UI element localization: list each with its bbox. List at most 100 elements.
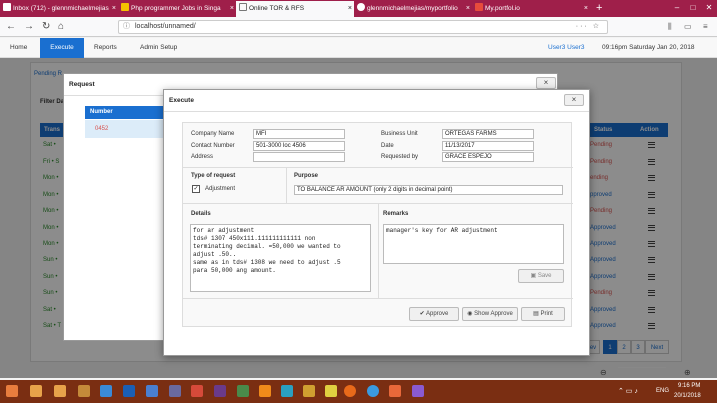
new-tab-button[interactable]: + xyxy=(596,0,602,17)
back-icon[interactable]: ← xyxy=(6,20,16,34)
company-name-field[interactable]: MFI xyxy=(253,129,345,139)
print-button[interactable]: ▤ Print xyxy=(521,307,565,321)
divider xyxy=(378,203,379,298)
adjustment-checkbox[interactable]: ✓ xyxy=(192,185,200,193)
app-navbar: Home Execute Reports Admin Setup User3 U… xyxy=(0,38,717,58)
xampp-icon[interactable] xyxy=(389,385,401,397)
clock: 09:16pm Saturday Jan 20, 2018 xyxy=(602,44,695,51)
app-icon[interactable] xyxy=(412,385,424,397)
app-icon[interactable] xyxy=(54,385,66,397)
app-icon[interactable] xyxy=(325,385,337,397)
close-icon[interactable]: × xyxy=(584,1,588,17)
sidebar-icon[interactable]: ▭ xyxy=(684,20,692,34)
purpose-field[interactable]: TO BALANCE AR AMOUNT (only 2 digits in d… xyxy=(294,185,563,195)
divider xyxy=(183,167,573,168)
remarks-textarea[interactable]: manager's key for AR adjustment xyxy=(383,224,564,264)
zoom-in-icon[interactable]: ⊕ xyxy=(684,368,691,377)
nav-execute[interactable]: Execute xyxy=(40,38,84,58)
requested-by-field[interactable]: GRACE ESPEJO xyxy=(442,152,534,162)
firefox-icon[interactable] xyxy=(344,385,356,397)
bookmark-icon xyxy=(475,3,483,11)
divider xyxy=(183,298,573,299)
approve-button[interactable]: ✔ Approve xyxy=(409,307,459,321)
show-approve-button[interactable]: ◉ Show Approve xyxy=(462,307,518,321)
url-actions[interactable]: ··· ☆ xyxy=(576,21,601,33)
close-icon[interactable]: × xyxy=(348,1,352,17)
address-field[interactable] xyxy=(253,152,345,162)
app-icon[interactable] xyxy=(100,385,112,397)
number-header: Number xyxy=(85,106,165,119)
gmail-icon xyxy=(3,3,11,11)
nav-reports[interactable]: Reports xyxy=(86,38,125,58)
contact-number-field[interactable]: 501-3000 loc 4506 xyxy=(253,141,345,151)
tab-php-jobs[interactable]: Php programmer Jobs in Singa × xyxy=(118,1,236,17)
type-of-request-label: Type of request xyxy=(191,173,236,179)
app-icon[interactable] xyxy=(78,385,90,397)
library-icon[interactable]: ⫼ xyxy=(668,20,672,34)
tab-github[interactable]: glennmichaelmejias/myportfolio × xyxy=(354,1,472,17)
app-icon[interactable] xyxy=(191,385,203,397)
app-icon[interactable] xyxy=(146,385,158,397)
eye-icon: ◉ xyxy=(467,311,473,317)
browser-tab-strip: Inbox (712) - glennmichaelmejias × Php p… xyxy=(0,0,717,17)
remarks-label: Remarks xyxy=(383,211,409,217)
app-icon[interactable] xyxy=(30,385,42,397)
company-name-label: Company Name xyxy=(191,131,235,137)
app-icon[interactable] xyxy=(237,385,249,397)
app-icon[interactable] xyxy=(303,385,315,397)
app-icon[interactable] xyxy=(169,385,181,397)
nav-home[interactable]: Home xyxy=(2,38,35,58)
minimize-icon[interactable]: – xyxy=(669,0,685,17)
reload-icon[interactable]: ↻ xyxy=(42,20,50,34)
app-icon[interactable] xyxy=(281,385,293,397)
forward-icon[interactable]: → xyxy=(24,20,34,34)
app-icon[interactable] xyxy=(123,385,135,397)
chrome-icon[interactable] xyxy=(367,385,379,397)
request-number[interactable]: 0452 xyxy=(85,120,165,138)
close-icon[interactable]: × xyxy=(230,1,234,17)
execute-close-button[interactable]: × xyxy=(564,94,584,106)
close-window-icon[interactable]: ✕ xyxy=(701,0,717,17)
windows-taskbar: ⌃ ▭ ♪ ENG 9:16 PM 20/1/2018 xyxy=(0,380,717,403)
page-icon xyxy=(239,3,247,11)
start-icon[interactable] xyxy=(6,385,18,397)
date-label: Date xyxy=(381,143,394,149)
details-textarea[interactable]: for ar adjustment tds# 1307 450x111.1111… xyxy=(190,224,371,292)
details-label: Details xyxy=(191,211,211,217)
nav-admin-setup[interactable]: Admin Setup xyxy=(132,38,185,58)
date-field[interactable]: 11/13/2017 xyxy=(442,141,534,151)
execute-modal: Execute × Company Name MFI Contact Numbe… xyxy=(163,89,590,356)
close-icon[interactable]: × xyxy=(112,1,116,17)
maximize-icon[interactable]: □ xyxy=(685,0,701,17)
tray-icons[interactable]: ⌃ ▭ ♪ xyxy=(618,386,638,397)
home-icon[interactable]: ⌂ xyxy=(58,20,64,34)
save-icon: ▣ xyxy=(530,273,537,279)
close-icon[interactable]: × xyxy=(466,1,470,17)
vlc-icon[interactable] xyxy=(259,385,271,397)
zoom-slider[interactable] xyxy=(618,367,666,368)
business-unit-field[interactable]: ORTEGAS FARMS xyxy=(442,129,534,139)
requested-by-label: Requested by xyxy=(381,154,419,160)
language-indicator[interactable]: ENG xyxy=(656,386,669,397)
current-user[interactable]: User3 User3 xyxy=(548,38,584,58)
adjustment-label: Adjustment xyxy=(205,186,236,192)
tab-online-tor[interactable]: Online TOR & RFS × xyxy=(236,1,354,17)
contact-number-label: Contact Number xyxy=(191,143,235,149)
tab-inbox[interactable]: Inbox (712) - glennmichaelmejias × xyxy=(0,1,118,17)
save-button[interactable]: ▣ Save xyxy=(518,269,564,283)
menu-icon[interactable]: ≡ xyxy=(703,20,708,34)
divider xyxy=(286,167,287,203)
taskbar-date[interactable]: 20/1/2018 xyxy=(674,391,701,402)
app-icon[interactable] xyxy=(214,385,226,397)
purpose-label: Purpose xyxy=(294,173,319,179)
url-bar[interactable]: ⓘ localhost/unnamed/ ··· ☆ xyxy=(118,20,608,34)
zoom-out-icon[interactable]: ⊖ xyxy=(600,368,607,377)
info-icon[interactable]: ⓘ xyxy=(123,21,130,33)
request-close-button[interactable]: × xyxy=(536,77,556,89)
browser-navbar: ← → ↻ ⌂ ⓘ localhost/unnamed/ ··· ☆ ⫼ ▭ ≡ xyxy=(0,17,717,37)
check-icon: ✔ xyxy=(419,311,425,317)
execute-modal-title: Execute xyxy=(164,90,589,112)
address-label: Address xyxy=(191,154,214,160)
jobsite-icon xyxy=(121,3,129,11)
tab-myportfolio[interactable]: My.portfol.io × xyxy=(472,1,590,17)
